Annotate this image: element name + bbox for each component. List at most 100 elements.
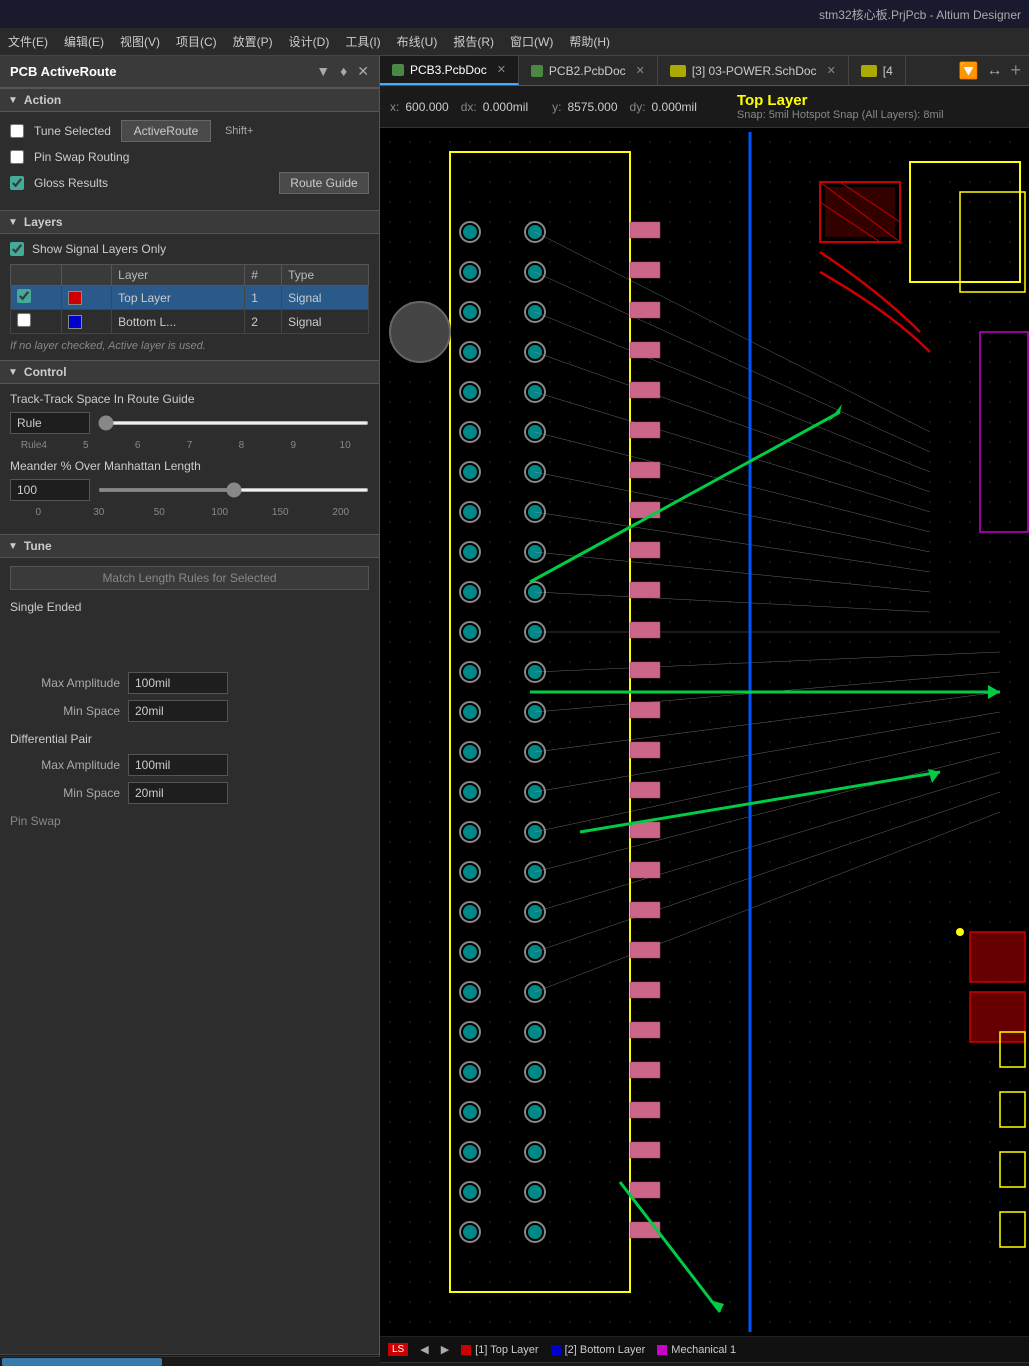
slider-label-rule4: Rule4 [10, 440, 58, 451]
diff-pair-min-space-input[interactable] [128, 782, 228, 804]
menu-project[interactable]: 项目(C) [176, 33, 217, 50]
control-section-header[interactable]: ▼ Control [0, 360, 379, 384]
diff-pair-min-space-label: Min Space [10, 786, 120, 800]
layer-row-check-2[interactable] [11, 310, 62, 334]
tab-bar: PCB3.PcbDoc ✕ PCB2.PcbDoc ✕ [3] 03-POWER… [380, 56, 1029, 86]
panel-title: PCB ActiveRoute [10, 64, 116, 79]
coords-bar: x: 600.000 dx: 0.000mil y: 8575.000 dy: … [380, 86, 1029, 128]
layer-hint: If no layer checked, Active layer is use… [10, 340, 369, 352]
tab-pcb2[interactable]: PCB2.PcbDoc ✕ [519, 56, 658, 85]
panel-close-icon[interactable]: ✕ [357, 63, 369, 80]
menu-tools[interactable]: 工具(I) [345, 33, 380, 50]
meander-slider-row [10, 479, 369, 501]
slider-label-9: 9 [269, 440, 317, 451]
tab-icon-pcb3 [392, 64, 404, 76]
nav-next[interactable]: ▶ [441, 1343, 449, 1356]
slider-label-10: 10 [321, 440, 369, 451]
panel-controls: ▼ ♦ ✕ [316, 63, 369, 80]
tab-4[interactable]: [4 [849, 56, 906, 85]
route-guide-button[interactable]: Route Guide [279, 172, 369, 194]
layers-section-header[interactable]: ▼ Layers [0, 210, 379, 234]
show-signal-checkbox[interactable] [10, 242, 24, 256]
diff-pair-max-amplitude-label: Max Amplitude [10, 758, 120, 772]
track-space-label: Track-Track Space In Route Guide [10, 392, 369, 406]
tab-close-pcb3[interactable]: ✕ [497, 63, 506, 76]
pin-swap-routing-checkbox[interactable] [10, 150, 24, 164]
single-ended-min-space-input[interactable] [128, 700, 228, 722]
tab-label-4: [4 [883, 64, 893, 78]
snap-info: Snap: 5mil Hotspot Snap (All Layers): 8m… [737, 109, 944, 121]
menu-place[interactable]: 放置(P) [233, 33, 273, 50]
menu-help[interactable]: 帮助(H) [569, 33, 610, 50]
top-layer-info: Top Layer Snap: 5mil Hotspot Snap (All L… [737, 92, 944, 121]
action-triangle: ▼ [8, 95, 18, 106]
diff-pair-max-amplitude-input[interactable] [128, 754, 228, 776]
menu-window[interactable]: 窗口(W) [510, 33, 553, 50]
tune-selected-row: Tune Selected ActiveRoute Shift+ [10, 120, 369, 142]
meander-slider[interactable] [98, 488, 369, 492]
tab-label-pcb3: PCB3.PcbDoc [410, 63, 487, 77]
coord-y: y: 8575.000 [552, 100, 617, 114]
menu-file[interactable]: 文件(E) [8, 33, 48, 50]
layer-row-num-1: 1 [245, 286, 282, 310]
table-row[interactable]: Bottom L... 2 Signal [11, 310, 369, 334]
panel-header: PCB ActiveRoute ▼ ♦ ✕ [0, 56, 379, 88]
menu-edit[interactable]: 编辑(E) [64, 33, 104, 50]
mech-layer-dot [657, 1345, 667, 1355]
layer-bottom-indicator[interactable]: [2] Bottom Layer [551, 1344, 646, 1356]
tune-selected-checkbox[interactable] [10, 124, 24, 138]
menu-report[interactable]: 报告(R) [453, 33, 494, 50]
pcb-canvas[interactable] [380, 128, 1029, 1336]
meander-label: Meander % Over Manhattan Length [10, 459, 369, 473]
meander-label-30: 30 [71, 507, 128, 518]
coord-dx: dx: 0.000mil [461, 100, 528, 114]
top-layer-dot [461, 1345, 471, 1355]
layer-row-color-1 [61, 286, 112, 310]
pin-swap-routing-row: Pin Swap Routing [10, 150, 369, 164]
coord-x-label: x: [390, 100, 399, 114]
route-icon[interactable]: ↔ [986, 62, 1002, 80]
menu-view[interactable]: 视图(V) [120, 33, 160, 50]
gloss-results-row: Gloss Results Route Guide [10, 172, 369, 194]
meander-input[interactable] [10, 479, 90, 501]
filter-icon[interactable]: 🔽 [959, 61, 979, 81]
tab-close-pcb2[interactable]: ✕ [636, 64, 645, 77]
layers-section-label: Layers [24, 215, 63, 229]
menubar: 文件(E) 编辑(E) 视图(V) 项目(C) 放置(P) 设计(D) 工具(I… [0, 28, 1029, 56]
match-length-button[interactable]: Match Length Rules for Selected [10, 566, 369, 590]
coords-group: x: 600.000 dx: 0.000mil [390, 100, 528, 114]
menu-design[interactable]: 设计(D) [289, 33, 330, 50]
coord-y-value: 8575.000 [567, 100, 617, 114]
track-space-input[interactable] [10, 412, 90, 434]
active-route-button[interactable]: ActiveRoute [121, 120, 211, 142]
single-ended-max-amplitude-input[interactable] [128, 672, 228, 694]
tab-power[interactable]: [3] 03-POWER.SchDoc ✕ [658, 56, 849, 85]
panel-pin-icon[interactable]: ▼ [316, 63, 330, 80]
tab-toolbar: 🔽 ↔ + [951, 60, 1029, 81]
add-icon[interactable]: + [1010, 60, 1021, 81]
tab-close-power[interactable]: ✕ [827, 64, 836, 77]
nav-prev[interactable]: ◀ [420, 1343, 428, 1356]
track-space-slider-row [10, 412, 369, 434]
layer-row-check-1[interactable] [11, 286, 62, 310]
tune-section-header[interactable]: ▼ Tune [0, 534, 379, 558]
slider-label-6: 6 [114, 440, 162, 451]
status-bar: ActiveRoute - ESC to Cancel CSDN @嵌入式OG [380, 1362, 1029, 1366]
differential-pair-title: Differential Pair [10, 732, 369, 746]
gloss-results-checkbox[interactable] [10, 176, 24, 190]
coord-dy: dy: 0.000mil [630, 100, 697, 114]
tab-pcb3[interactable]: PCB3.PcbDoc ✕ [380, 56, 519, 85]
progress-bar [0, 1356, 380, 1366]
tune-section-content: Match Length Rules for Selected Single E… [0, 558, 379, 884]
table-row[interactable]: Top Layer 1 Signal [11, 286, 369, 310]
track-space-slider[interactable] [98, 421, 369, 425]
tune-selected-label: Tune Selected [34, 124, 111, 138]
layer-row-type-2: Signal [282, 310, 369, 334]
coord-x: x: 600.000 [390, 100, 449, 114]
menu-route[interactable]: 布线(U) [397, 33, 438, 50]
single-ended-min-space-row: Min Space [10, 700, 369, 722]
layer-top-indicator[interactable]: [1] Top Layer [461, 1344, 538, 1356]
layer-mech-indicator[interactable]: Mechanical 1 [657, 1344, 736, 1356]
action-section-header[interactable]: ▼ Action [0, 88, 379, 112]
panel-float-icon[interactable]: ♦ [340, 63, 347, 80]
